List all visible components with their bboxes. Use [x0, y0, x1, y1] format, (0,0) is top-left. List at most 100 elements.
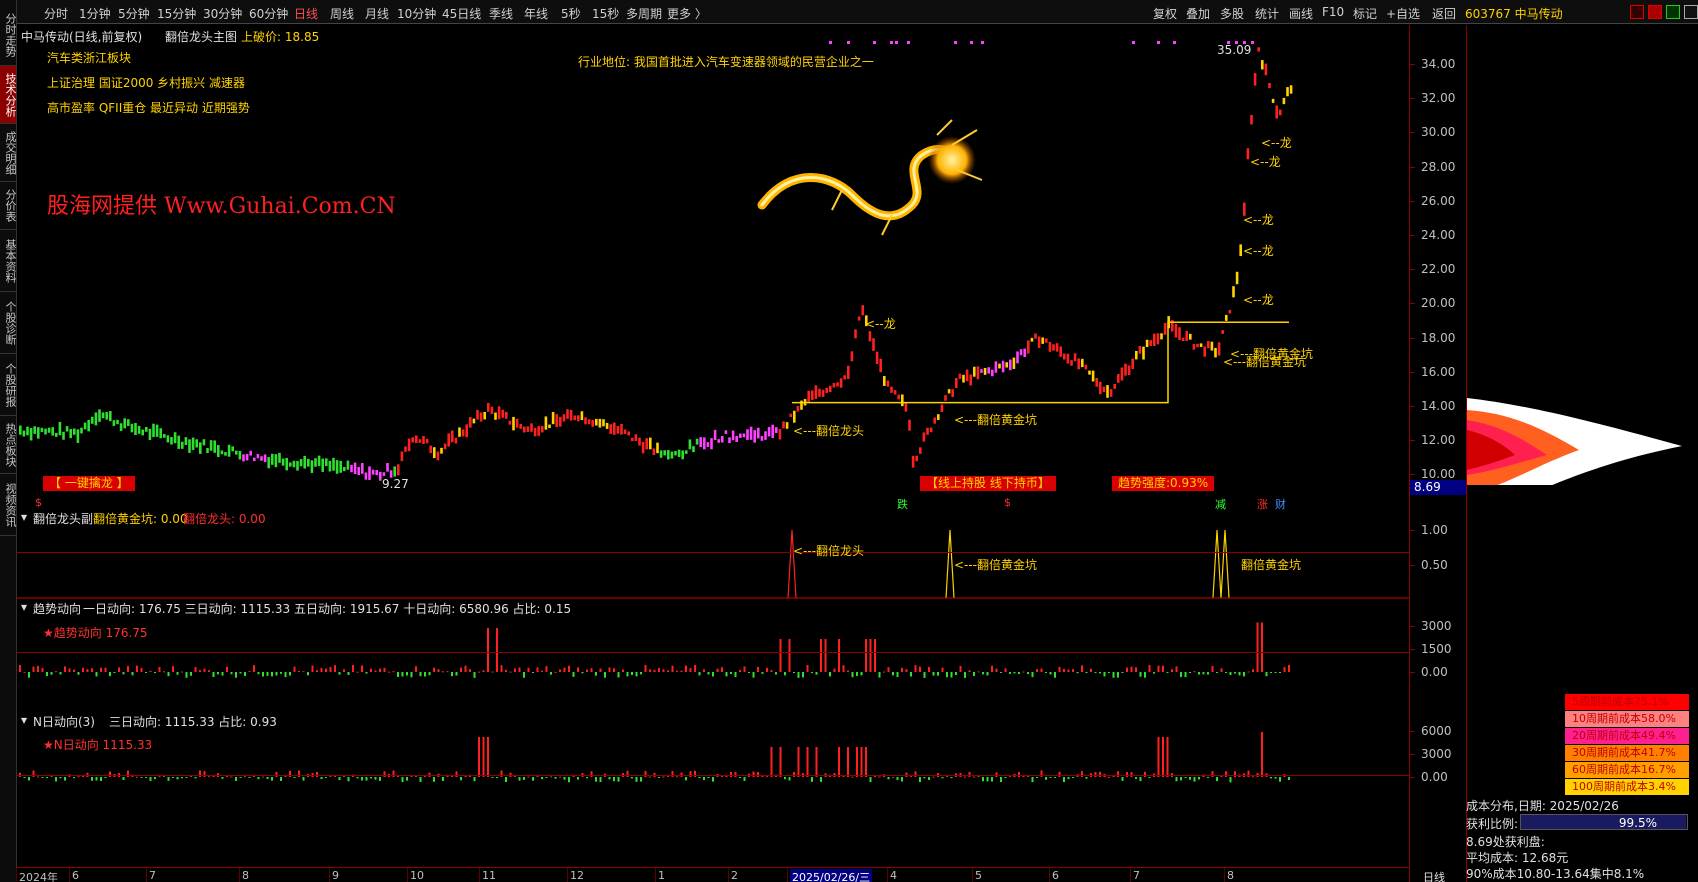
candle	[717, 439, 720, 443]
catch-dragon-button[interactable]: 【 一键擒龙 】	[43, 476, 135, 491]
period-tab-10[interactable]: 45日线	[442, 5, 481, 22]
sub2-bar	[757, 666, 759, 672]
candle	[397, 464, 400, 476]
sub2-bar	[1090, 668, 1092, 672]
toolbar-action-7[interactable]: +自选	[1386, 5, 1420, 22]
sub3-name[interactable]: N日动向(3)	[33, 713, 95, 730]
left-tab-0[interactable]: 分时走势	[0, 4, 17, 66]
sub2-bar	[667, 670, 669, 672]
toolbar-action-8[interactable]: 返回	[1432, 5, 1456, 22]
sub2-name[interactable]: 趋势动向	[33, 600, 81, 617]
chart-type-icon[interactable]	[1666, 5, 1680, 19]
sub3-bar	[698, 777, 701, 778]
average-cost: 平均成本: 12.68元	[1466, 851, 1569, 865]
sub2-bar	[1103, 672, 1106, 677]
sub2-bar	[379, 668, 381, 672]
period-tab-12[interactable]: 年线	[524, 5, 548, 22]
sub3-bar	[869, 777, 872, 782]
period-tab-4[interactable]: 30分钟	[203, 5, 242, 22]
left-tab-5[interactable]: 个股诊断	[0, 292, 17, 354]
period-tab-5[interactable]: 60分钟	[249, 5, 288, 22]
main-title: 中马传动(日线,前复权)	[21, 30, 143, 44]
time-tick-mark	[407, 868, 408, 882]
event-finance[interactable]: 财	[1275, 496, 1286, 512]
sub2-bar	[1031, 672, 1034, 678]
toolbar-action-5[interactable]: F10	[1322, 5, 1344, 19]
sub2-bar	[572, 672, 575, 677]
sub3-bar	[1207, 777, 1209, 778]
time-tick-label: 9	[332, 869, 339, 882]
period-tab-1[interactable]: 1分钟	[79, 5, 111, 22]
candle	[562, 414, 566, 422]
period-tab-6[interactable]: 日线	[294, 5, 318, 22]
candle	[1070, 360, 1073, 366]
candle	[29, 428, 33, 441]
candle	[814, 385, 818, 399]
sub2-bar	[1063, 668, 1065, 672]
toolbar-action-2[interactable]: 多股	[1220, 5, 1244, 22]
sub3-bar	[361, 777, 363, 781]
left-tab-2[interactable]: 成交明细	[0, 124, 17, 182]
sub3-collapse-icon[interactable]: ▾	[21, 713, 27, 727]
industry-position: 行业地位: 我国首批进入汽车变速器领域的民营企业之一	[578, 55, 874, 69]
toolbar-action-1[interactable]: 叠加	[1186, 5, 1210, 22]
toolbar-action-4[interactable]: 画线	[1289, 5, 1313, 22]
period-tab-15[interactable]: 多周期	[626, 5, 662, 22]
sub-tick-mark	[1410, 777, 1415, 778]
event-reduce[interactable]: 减	[1215, 496, 1226, 512]
flag-icon[interactable]	[1648, 5, 1662, 19]
alert-icon[interactable]	[1630, 5, 1644, 19]
left-tab-6[interactable]: 个股研报	[0, 354, 17, 416]
sub2-bar	[244, 672, 246, 677]
sub2-bar	[442, 671, 444, 673]
toolbar-action-0[interactable]: 复权	[1153, 5, 1177, 22]
event-dollar-icon[interactable]: $	[1004, 496, 1011, 509]
sub3-bar	[1274, 777, 1277, 779]
candle	[591, 420, 594, 427]
sub1-name[interactable]: 翻倍龙头副	[33, 510, 93, 527]
event-dollar-icon[interactable]: $	[35, 496, 42, 509]
sub2-bar	[1274, 672, 1277, 673]
period-tab-0[interactable]: 分时	[44, 5, 68, 22]
sub3-bar	[694, 770, 696, 777]
chart-area[interactable]: 中马传动(日线,前复权) 翻倍龙头主图 上破价: 18.85 汽车类浙江板块 上…	[17, 25, 1483, 882]
sub3-bar	[878, 776, 881, 778]
period-tab-16[interactable]: 更多 〉	[667, 5, 707, 22]
candle	[1052, 344, 1055, 351]
candle	[296, 461, 299, 471]
period-label[interactable]: 日线	[1423, 869, 1445, 882]
period-tab-13[interactable]: 5秒	[561, 5, 581, 22]
left-tab-7[interactable]: 热点板块	[0, 416, 17, 474]
period-tab-3[interactable]: 15分钟	[157, 5, 196, 22]
candle	[199, 442, 202, 454]
left-tab-8[interactable]: 视频资讯	[0, 474, 17, 536]
sub3-bar	[1175, 777, 1178, 782]
sub3-bar	[986, 777, 989, 782]
sub2-bar	[1225, 672, 1227, 673]
event-fall[interactable]: 跌	[897, 496, 908, 512]
period-tab-2[interactable]: 5分钟	[118, 5, 150, 22]
period-tab-7[interactable]: 周线	[330, 5, 354, 22]
left-tab-4[interactable]: 基本资料	[0, 230, 17, 292]
period-tab-11[interactable]: 季线	[489, 5, 513, 22]
event-rise[interactable]: 涨	[1257, 496, 1268, 512]
left-tab-3[interactable]: 分价表	[0, 182, 17, 230]
candle	[584, 417, 587, 425]
period-tab-9[interactable]: 10分钟	[397, 5, 436, 22]
sub1-collapse-icon[interactable]: ▾	[21, 510, 27, 524]
sub2-bar	[1072, 669, 1074, 672]
toolbar-action-6[interactable]: 标记	[1353, 5, 1377, 22]
toolbar-action-3[interactable]: 统计	[1255, 5, 1279, 22]
sub2-collapse-icon[interactable]: ▾	[21, 600, 27, 614]
period-tab-8[interactable]: 月线	[365, 5, 389, 22]
sub3-bar	[460, 777, 462, 781]
time-tick-label: 6	[72, 869, 79, 882]
indicator-name[interactable]: 翻倍龙头主图	[165, 28, 237, 45]
settings-icon[interactable]	[1684, 5, 1698, 19]
candle	[1174, 323, 1178, 338]
sub3-bar	[860, 747, 863, 777]
left-tab-1[interactable]: 技术分析	[0, 66, 17, 124]
candle	[1199, 343, 1203, 348]
candle	[26, 426, 29, 436]
period-tab-14[interactable]: 15秒	[592, 5, 619, 22]
